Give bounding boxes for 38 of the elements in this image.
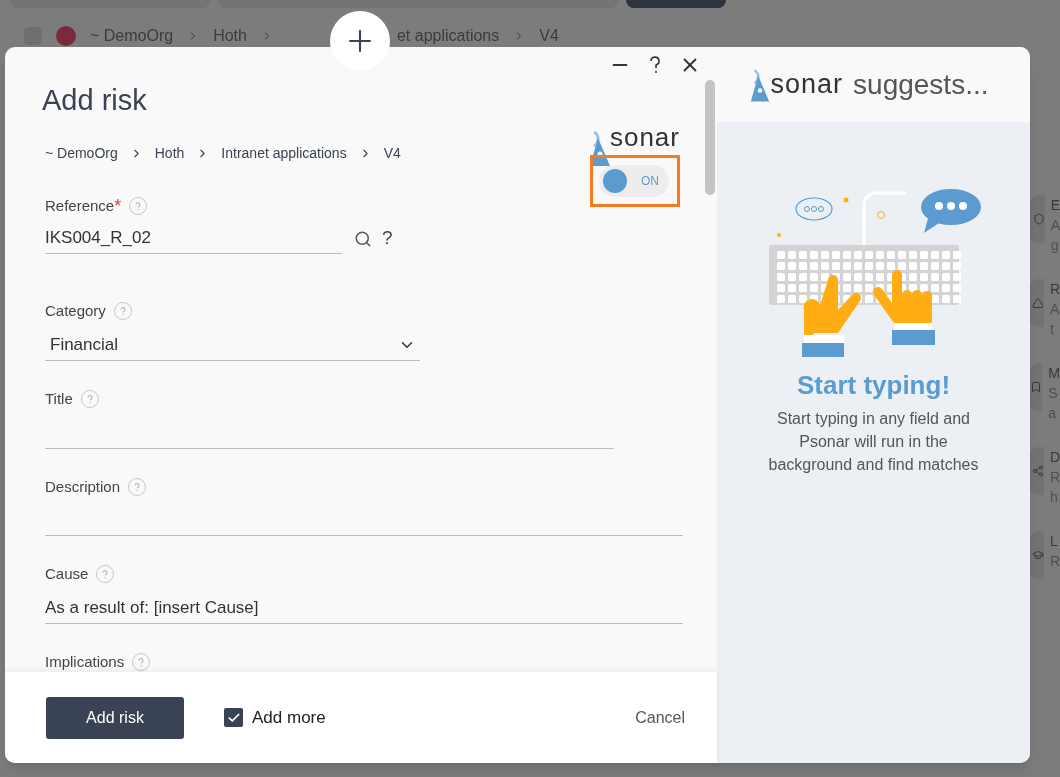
field-label: Category <box>45 300 106 321</box>
item-title: L <box>1049 532 1059 551</box>
add-more-label: Add more <box>252 706 326 729</box>
breadcrumb-link[interactable]: V4 <box>383 142 401 164</box>
field-label: Title <box>45 389 73 409</box>
dialog-title: Add risk <box>42 83 148 118</box>
lookup-help-text[interactable]: ? <box>382 224 393 253</box>
add-risk-button[interactable]: Add risk <box>46 696 184 739</box>
reference-field[interactable]: IKS004_R_02 <box>45 223 342 254</box>
item-title: D <box>1049 448 1060 467</box>
item-icon <box>1030 379 1043 395</box>
start-typing-text: Start typing in any field and Psonar will run in the background and find matches <box>767 409 980 475</box>
panel-title: suggests... <box>853 67 989 102</box>
category-select[interactable]: Financial <box>45 330 420 361</box>
sonar-logo: sonar <box>609 123 680 151</box>
item-title: M <box>1048 364 1060 383</box>
org-avatar-icon <box>56 26 76 46</box>
field-label: Implications <box>45 651 125 672</box>
text-field[interactable]: As a result of: [insert Cause] <box>45 593 683 624</box>
item-title: E <box>1050 196 1060 215</box>
breadcrumb-link[interactable]: ~ DemoOrg <box>45 142 118 164</box>
field-label: Reference <box>45 196 115 216</box>
item-icon <box>1031 463 1044 479</box>
breadcrumb-link[interactable]: Hoth <box>154 142 185 164</box>
field-label: Cause <box>45 564 89 584</box>
scrollbar-thumb[interactable] <box>705 80 715 195</box>
start-typing-heading: Start typing! <box>796 369 951 402</box>
cancel-button[interactable]: Cancel <box>635 705 685 730</box>
add-more-checkbox[interactable] <box>224 708 243 727</box>
required-mark: * <box>114 197 122 216</box>
search-icon[interactable] <box>354 229 372 248</box>
sonar-logo: sonar <box>770 68 844 102</box>
breadcrumb-link[interactable]: Intranet applications <box>221 142 347 164</box>
item-icon <box>1032 211 1045 227</box>
item-icon <box>1031 295 1044 311</box>
field-label: Description <box>45 476 121 497</box>
item-title: R <box>1049 280 1060 299</box>
help-icon[interactable] <box>649 56 661 74</box>
